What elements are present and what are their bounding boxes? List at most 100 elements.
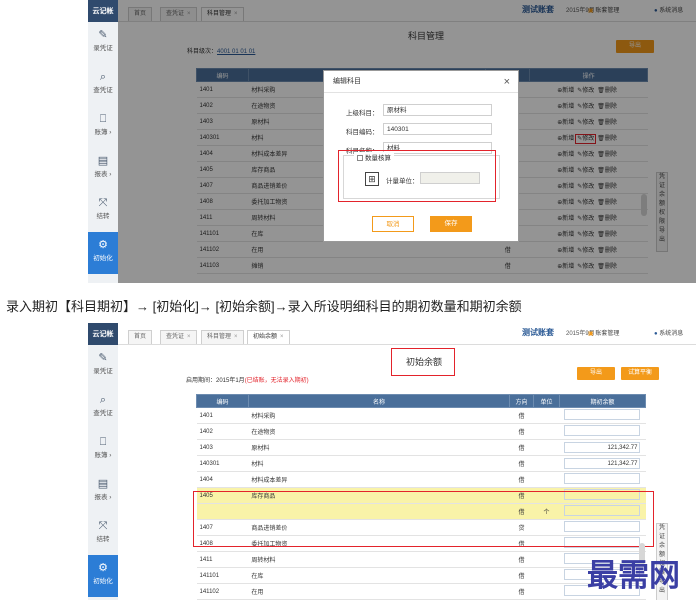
carry-forward-icon: ⤧: [98, 197, 108, 209]
subject-code-field[interactable]: 140301: [383, 123, 492, 135]
nav-ledger[interactable]: ⎕ 账簿 ›: [88, 429, 118, 471]
enable-period: 启用期间：2015年1月(已结账，无法录入期初): [186, 378, 309, 384]
sidebar: 云记帐 ✎ 录凭证 ⌕ 查凭证 ⎕ 账簿 › ▤ 报表 › ⤧ 结转 ⚙ 初始化: [88, 323, 118, 600]
opening-balance-input[interactable]: [564, 409, 641, 420]
tab-home[interactable]: 首页: [128, 330, 153, 344]
screenshot-initial-balance: 云记帐 ✎ 录凭证 ⌕ 查凭证 ⎕ 账簿 › ▤ 报表 › ⤧ 结转 ⚙ 初始化 首页 查凭…: [0, 323, 696, 600]
close-icon[interactable]: ×: [504, 71, 510, 93]
report-icon: ▤: [97, 478, 109, 490]
name-cell: 在途物资: [248, 423, 510, 440]
gear-icon: ⚙: [98, 239, 108, 251]
save-button[interactable]: 保存: [430, 216, 472, 232]
opening-balance-input[interactable]: [564, 425, 641, 436]
sidebar: 云记帐 ✎ 录凭证 ⌕ 查凭证 ⎕ 账簿 › ▤ 报表 › ⤧ 结转 ⚙ 初始化: [88, 0, 118, 283]
direction-cell: 借: [509, 551, 534, 568]
unit-cell: [533, 455, 560, 472]
name-cell: 在库: [248, 567, 510, 584]
name-cell: 材料成本差异: [248, 471, 510, 488]
table-row: 141101 在库借: [196, 567, 646, 584]
close-icon[interactable]: ×: [234, 334, 238, 340]
book-icon: ⎕: [99, 436, 107, 448]
nav-query-voucher[interactable]: ⌕ 查凭证: [88, 64, 118, 106]
nav-carry-forward[interactable]: ⤧ 结转: [88, 513, 118, 555]
annotation-row-box: [193, 491, 654, 547]
table-row: 141102 在用借: [196, 583, 646, 600]
direction-cell: 借: [509, 455, 534, 472]
table-row: 1404 材料成本差异借: [196, 471, 646, 488]
report-icon: ▤: [97, 155, 109, 167]
unit-cell: [533, 423, 560, 440]
search-icon: ⌕: [99, 394, 107, 406]
nav-initialize[interactable]: ⚙ 初始化: [88, 555, 118, 597]
nav-record-voucher[interactable]: ✎ 录凭证: [88, 345, 118, 387]
code-cell: 1402: [196, 423, 249, 440]
unit-cell: [533, 567, 560, 584]
tutorial-caption: 录入期初【科目期初】→ [初始化]→ [初始余额]→录入所设明细科目的期初数量和…: [6, 299, 522, 314]
unit-cell: [533, 551, 560, 568]
name-cell: 材料: [248, 455, 510, 472]
export-button[interactable]: 导出: [577, 367, 615, 380]
col-unit: 单位: [533, 394, 560, 408]
table-row: 1402 在途物资借: [196, 423, 646, 440]
balance-cell: [559, 423, 646, 440]
tab-subject-management[interactable]: 科目管理 ×: [201, 330, 244, 344]
close-icon[interactable]: ×: [280, 334, 284, 340]
code-cell: 1404: [196, 471, 249, 488]
unit-cell: [533, 583, 560, 600]
direction-cell: 借: [509, 567, 534, 584]
tab-query-voucher[interactable]: 查凭证 ×: [160, 330, 197, 344]
unit-cell: [533, 471, 560, 488]
nav-carry-forward[interactable]: ⤧ 结转: [88, 190, 118, 232]
balance-cell: [559, 407, 646, 424]
direction-cell: 借: [509, 471, 534, 488]
table-row: 140301 材料借 121,342.77: [196, 455, 646, 472]
dialog-title: 编辑科目: [333, 78, 361, 85]
name-cell: 在用: [248, 583, 510, 600]
code-cell: 1403: [196, 439, 249, 456]
table-row: 1411 周转材料借: [196, 551, 646, 568]
ledger-manage-link[interactable]: ▣ 账套管理: [588, 328, 619, 337]
code-cell: 1401: [196, 407, 249, 424]
balance-cell: 121,342.77: [559, 439, 646, 456]
dialog-header: 编辑科目 ×: [324, 71, 518, 93]
col-opening-balance: 期初余额: [558, 394, 647, 408]
cancel-button[interactable]: 取消: [372, 216, 414, 232]
trial-balance-button[interactable]: 试算平衡: [621, 367, 659, 380]
nav-query-voucher[interactable]: ⌕ 查凭证: [88, 387, 118, 429]
nav-initialize[interactable]: ⚙ 初始化: [88, 232, 118, 274]
carry-forward-icon: ⤧: [98, 520, 108, 532]
code-cell: 141102: [196, 583, 249, 600]
book-icon: ⎕: [99, 113, 107, 125]
direction-cell: 借: [509, 407, 534, 424]
top-bar: 首页 查凭证 × 科目管理 × 初始余额 × 测试账套 2015年9月 ▣ 账套管理 …: [118, 323, 696, 345]
table-row: 1401 材料采购借: [196, 407, 646, 424]
col-code: 编码: [196, 394, 249, 408]
code-cell: 141101: [196, 567, 249, 584]
name-cell: 原材料: [248, 439, 510, 456]
opening-balance-input[interactable]: 121,342.77: [564, 458, 641, 469]
nav-reports[interactable]: ▤ 报表 ›: [88, 148, 118, 190]
opening-balance-input[interactable]: [564, 473, 641, 484]
tab-initial-balance[interactable]: 初始余额 ×: [247, 330, 290, 344]
main-content: 初始余额 启用期间：2015年1月(已结账，无法录入期初) 导出 试算平衡 编码…: [118, 345, 696, 600]
col-direction: 方向: [509, 394, 535, 408]
nav-reports[interactable]: ▤ 报表 ›: [88, 471, 118, 513]
col-name: 名称: [247, 394, 511, 408]
nav-ledger[interactable]: ⎕ 账簿 ›: [88, 106, 118, 148]
unit-cell: [533, 407, 560, 424]
nav-record-voucher[interactable]: ✎ 录凭证: [88, 22, 118, 64]
balance-cell: 121,342.77: [559, 455, 646, 472]
site-watermark: 最需网: [587, 558, 680, 594]
opening-balance-input[interactable]: 121,342.77: [564, 442, 641, 453]
system-message-link[interactable]: ● 系统消息: [654, 328, 683, 337]
close-icon[interactable]: ×: [187, 334, 191, 340]
annotation-highlight-box: [338, 150, 496, 202]
annotation-title-box: [391, 348, 455, 376]
parent-subject-field[interactable]: 原材料: [383, 104, 492, 116]
code-cell: 1411: [196, 551, 249, 568]
pencil-icon: ✎: [98, 352, 108, 364]
direction-cell: 借: [509, 423, 534, 440]
company-name[interactable]: 测试账套: [522, 327, 554, 338]
table-row: 1403 原材料借 121,342.77: [196, 439, 646, 456]
direction-cell: 借: [509, 583, 534, 600]
